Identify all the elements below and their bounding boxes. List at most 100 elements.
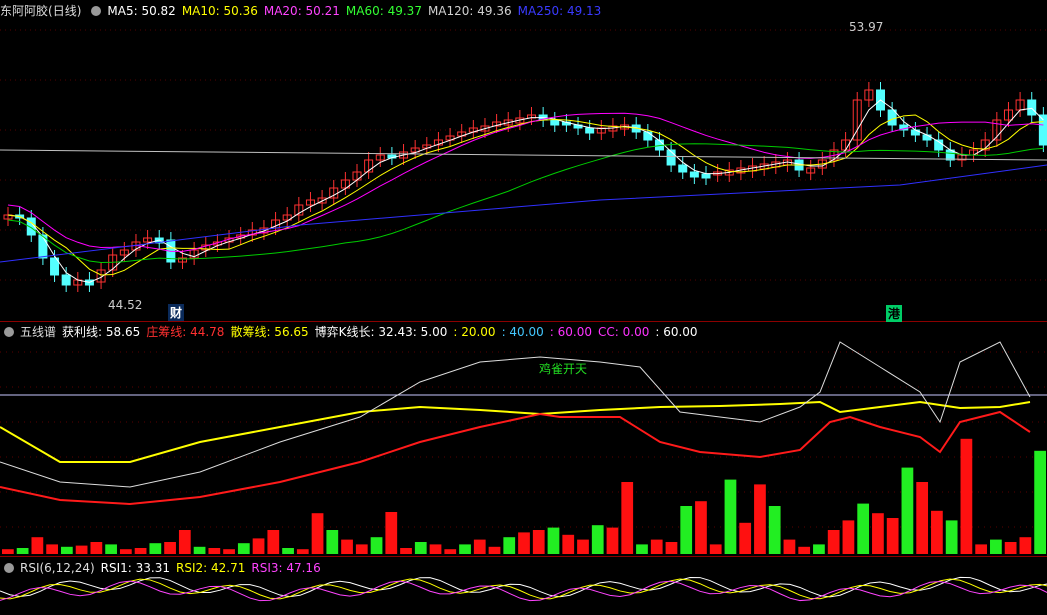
volume-bar <box>562 534 575 554</box>
ma250-label: MA250: 49.13 <box>517 4 602 18</box>
volume-bar <box>945 520 958 554</box>
candle-body <box>585 127 595 134</box>
candle-body <box>550 119 560 126</box>
volume-bar <box>518 532 530 554</box>
volume-bar <box>237 543 250 554</box>
volume-bar <box>385 512 398 554</box>
volume-bar <box>414 542 427 554</box>
finance-marker[interactable]: 财 <box>168 304 185 321</box>
volume-bar <box>105 544 117 554</box>
volume-bar <box>975 544 988 554</box>
volume-bar <box>370 537 383 554</box>
candle-body <box>61 274 71 286</box>
low-price-label: 44.52 <box>108 298 143 312</box>
volume-bar <box>2 549 14 554</box>
candle-body <box>922 134 932 141</box>
volume-bar <box>134 548 147 554</box>
period-label[interactable]: (日线) <box>48 4 81 18</box>
volume-bar <box>547 527 560 554</box>
volume-bar <box>444 549 457 554</box>
rsi2-label: RSI2: 42.71 <box>176 561 246 575</box>
volume-bar <box>695 501 707 554</box>
volume-bar <box>872 513 884 554</box>
volume-bar <box>208 548 221 554</box>
volume-bar <box>636 544 648 554</box>
volume-bar <box>665 542 678 554</box>
profit-line-label: 获利线: 58.65 <box>62 325 141 339</box>
volume-bar <box>193 546 206 554</box>
main-legend: 东阿阿胶(日线) MA5: 50.82 MA10: 50.36 MA20: 50.21… <box>0 1 607 21</box>
candlestick-chart[interactable] <box>0 0 1047 322</box>
volume-bar <box>488 546 501 554</box>
ma5-label: MA5: 50.82 <box>107 4 176 18</box>
ma120-line <box>0 149 1047 161</box>
volume-bar <box>267 530 280 554</box>
volume-bar <box>591 525 604 554</box>
ma20-label: MA20: 50.21 <box>263 4 340 18</box>
volume-bar <box>119 549 132 554</box>
san-line <box>0 400 1031 463</box>
wuxian-title: 五线谱 <box>20 325 57 339</box>
hk-connect-marker[interactable]: 港 <box>886 305 903 322</box>
volume-bar <box>532 530 545 554</box>
volume-bar <box>75 545 88 554</box>
volume-bar <box>577 539 589 554</box>
volume-bar <box>754 484 766 554</box>
zhuang-line <box>0 410 1031 506</box>
volume-bar <box>503 537 516 554</box>
high-price-label: 53.97 <box>849 20 884 34</box>
volume-bar <box>282 548 294 554</box>
volume-bar <box>223 549 235 554</box>
volume-bar <box>621 482 634 554</box>
volume-bar <box>709 544 722 554</box>
ma10-line <box>7 114 1044 276</box>
volume-bar <box>650 539 663 554</box>
volume-bar <box>164 542 176 554</box>
volume-bar <box>16 548 29 554</box>
rsi-line <box>0 578 1047 600</box>
ma60-label: MA60: 49.37 <box>345 4 422 18</box>
volume-bar <box>149 543 162 554</box>
ma10-label: MA10: 50.36 <box>181 4 258 18</box>
settings-icon[interactable] <box>91 6 102 16</box>
volume-bar <box>783 539 796 554</box>
candle-body <box>643 131 653 141</box>
volume-bar <box>724 479 737 554</box>
volume-bar <box>960 438 973 554</box>
rsi-legend: RSI(6,12,24) RSI1: 33.31 RSI2: 42.71 RSI3: … <box>0 558 327 578</box>
stock-name[interactable]: 东阿阿胶 <box>0 4 48 18</box>
volume-bar <box>341 539 353 554</box>
volume-bar <box>60 546 73 554</box>
ma20-line <box>7 112 1044 252</box>
volume-bar <box>429 544 442 554</box>
volume-bar <box>178 530 191 554</box>
signal-note: 鸡雀开天 <box>539 362 588 376</box>
ma5-line <box>7 99 1044 283</box>
volume-bar <box>400 548 412 554</box>
volume-bar <box>827 530 840 554</box>
zhuang-line-label: 庄筹线: 44.78 <box>146 325 225 339</box>
volume-bar <box>1004 542 1017 554</box>
ma250-line <box>0 164 1047 263</box>
volume-bar <box>680 506 693 554</box>
volume-bar <box>355 544 368 554</box>
volume-bar <box>798 546 811 554</box>
settings-icon[interactable] <box>4 327 14 337</box>
volume-bar <box>459 544 471 554</box>
volume-bar <box>311 513 324 554</box>
rsi1-label: RSI1: 33.31 <box>100 561 171 575</box>
settings-icon[interactable] <box>4 563 14 573</box>
wuxian-legend: 五线谱 获利线: 58.65 庄筹线: 44.78 散筹线: 56.65 博弈K线长: … <box>0 322 704 342</box>
candle-body <box>701 173 711 179</box>
rsi-title: RSI(6,12,24) <box>20 561 95 575</box>
san-line-label: 散筹线: 56.65 <box>230 325 309 339</box>
param-5: : 5.00 <box>412 325 448 339</box>
candle-body <box>1027 99 1037 116</box>
wuxian-indicator-chart[interactable] <box>0 322 1047 554</box>
rsi3-label: RSI3: 47.16 <box>251 561 321 575</box>
ma120-label: MA120: 49.36 <box>427 4 512 18</box>
volume-bar <box>296 549 309 554</box>
volume-bar <box>768 506 781 554</box>
volume-bar <box>1034 450 1046 554</box>
volume-bar <box>916 482 929 554</box>
